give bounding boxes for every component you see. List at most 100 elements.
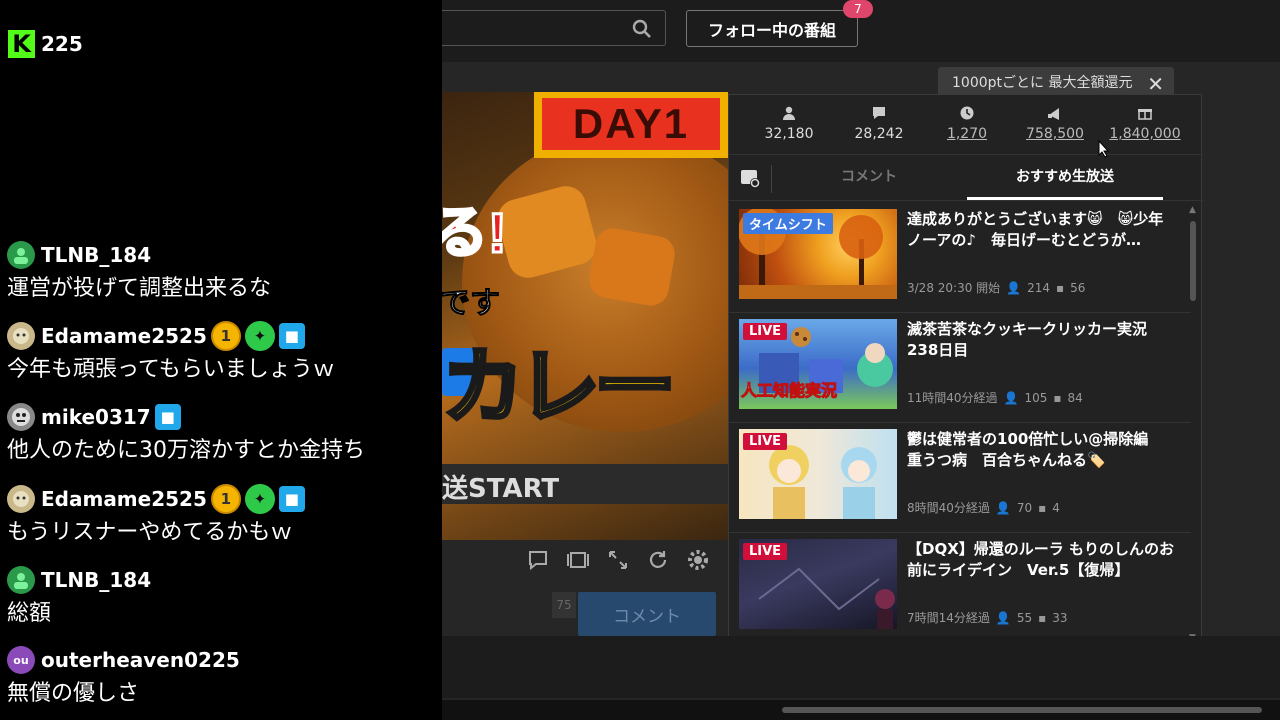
- comment-count: 4: [1052, 500, 1060, 515]
- stat-gift-points[interactable]: 1,840,000: [1095, 105, 1195, 142]
- following-programs-button[interactable]: フォロー中の番組: [686, 10, 858, 47]
- chat-username[interactable]: TLNB_184: [41, 568, 151, 592]
- title-desu: です: [442, 286, 501, 322]
- comments-icon: ▪: [1038, 500, 1047, 515]
- program-meta: 8時間40分経過 👤 70 ▪ 4: [907, 499, 1060, 516]
- comment-toggle-icon[interactable]: [526, 548, 550, 572]
- chat-username[interactable]: Edamame2525: [41, 324, 207, 348]
- chat-username[interactable]: outerheaven0225: [41, 648, 240, 672]
- chat-message: ou outerheaven0225 無償の優しさ: [7, 645, 442, 709]
- program-meta: 3/28 20:30 開始 👤 214 ▪ 56: [907, 279, 1085, 296]
- reward-tooltip: 1000ptごとに 最大全額還元 ✕: [938, 67, 1174, 97]
- fullscreen-icon[interactable]: [606, 548, 630, 572]
- following-count-badge: 7: [843, 0, 873, 18]
- chat-message: mike0317 ■ 他人のために30万溶かすとか金持ち: [7, 402, 442, 466]
- comment-submit-button[interactable]: コメント: [578, 592, 716, 636]
- list-item[interactable]: LIVE 人工知能実況 滅茶苦茶なクッキークリッカー実況 238日目 11時間4…: [729, 313, 1191, 423]
- viewer-count: 105: [1024, 390, 1048, 405]
- ad-icon: [1048, 108, 1059, 120]
- chat-message: Edamame2525 1 ✦ ■ もうリスナーやめてるかもｗ: [7, 484, 442, 548]
- program-title[interactable]: 達成ありがとうございます😸 😸少年ノーアの♪ 毎日げーむとどうが…: [907, 209, 1175, 253]
- program-title[interactable]: 【DQX】帰還のルーラ もりのしんのお前にライデイン Ver.5【復帰】: [907, 539, 1175, 583]
- comment-icon: [873, 107, 885, 119]
- rank-one-badge-icon: 1: [210, 484, 241, 514]
- panel-tabs: コメント おすすめ生放送: [729, 157, 1203, 201]
- stat-ad-points[interactable]: 758,500: [1005, 105, 1105, 142]
- chat-text: もうリスナーやめてるかもｗ: [7, 520, 293, 545]
- stat-value[interactable]: 1,840,000: [1109, 126, 1180, 142]
- user-avatar: [7, 566, 35, 594]
- program-title[interactable]: 鬱は健常者の100倍忙しい@掃除編 重うつ病 百合ちゃんねる🏷️: [907, 429, 1175, 473]
- user-avatar: [7, 403, 35, 431]
- chat-text: 総額: [7, 601, 52, 626]
- comments-icon: ▪: [1038, 610, 1047, 625]
- user-avatar: [7, 322, 35, 350]
- user-avatar: ou: [7, 646, 35, 674]
- star-badge-icon: ✦: [244, 321, 275, 351]
- scrollbar-thumb[interactable]: [782, 707, 1262, 713]
- live-badge: LIVE: [743, 543, 788, 560]
- stat-time[interactable]: 1,270: [917, 105, 1017, 142]
- program-thumbnail[interactable]: LIVE: [739, 429, 897, 519]
- chat-text: 他人のために30万溶かすとか金持ち: [7, 438, 365, 463]
- user-avatar: [7, 485, 35, 513]
- close-icon[interactable]: ✕: [1147, 72, 1164, 96]
- stat-value[interactable]: 758,500: [1026, 126, 1084, 142]
- comment-count: 84: [1067, 390, 1083, 405]
- tab-recommended-live[interactable]: おすすめ生放送: [967, 157, 1163, 201]
- theater-mode-icon[interactable]: [566, 548, 590, 572]
- chat-overlay: K 225 TLNB_184 運営が投げて調整出来るな Edamame2525 …: [0, 0, 442, 720]
- reload-icon[interactable]: [646, 548, 670, 572]
- title-curry: カレー: [442, 338, 678, 437]
- comment-input-row: 75 コメント: [442, 588, 728, 636]
- title-exclaim: る!: [442, 200, 508, 266]
- stat-value: 32,180: [764, 126, 814, 142]
- viewer-count: 225: [41, 32, 83, 56]
- stat-comments: 28,242: [829, 105, 929, 142]
- program-thumbnail[interactable]: LIVE 人工知能実況: [739, 319, 897, 409]
- tab-comment[interactable]: コメント: [771, 157, 967, 201]
- stat-value: 28,242: [854, 126, 904, 142]
- mouse-cursor-icon: [1098, 140, 1110, 158]
- settings-gear-icon[interactable]: [686, 548, 710, 572]
- chat-username[interactable]: Edamame2525: [41, 487, 207, 511]
- panel-toggle-icon[interactable]: [739, 167, 761, 189]
- search-icon[interactable]: [631, 18, 653, 40]
- chat-username[interactable]: TLNB_184: [41, 243, 151, 267]
- scrollbar-thumb[interactable]: [1190, 221, 1196, 301]
- site-header: フォロー中の番組 7: [442, 0, 1280, 62]
- viewer-count: 55: [1016, 610, 1033, 625]
- chat-username[interactable]: mike0317: [41, 405, 151, 429]
- list-item[interactable]: タイムシフト 達成ありがとうございます😸 😸少年ノーアの♪ 毎日げーむとどうが……: [729, 203, 1191, 313]
- viewers-icon: 👤: [1006, 280, 1022, 295]
- side-panel: 32,180 28,242 1,270 758,500 1,840,000 コメ…: [728, 94, 1203, 648]
- program-thumbnail[interactable]: タイムシフト: [739, 209, 897, 299]
- star-badge-icon: ✦: [244, 484, 275, 514]
- program-time: 11時間40分経過: [907, 391, 998, 405]
- video-player[interactable]: DAY1 る! です カレー 送START: [442, 92, 728, 540]
- cube-badge-icon: ■: [278, 486, 305, 512]
- gift-icon: [1138, 109, 1152, 120]
- char-count: 75: [552, 592, 576, 618]
- stat-value[interactable]: 1,270: [947, 126, 987, 142]
- list-item[interactable]: LIVE 【DQX】帰還のルーラ もりのしんのお前にライデイン Ver.5【復帰…: [729, 533, 1191, 643]
- scroll-up-icon[interactable]: ▲: [1189, 205, 1196, 215]
- person-icon: [783, 106, 795, 120]
- program-title[interactable]: 滅茶苦茶なクッキークリッカー実況 238日目: [907, 319, 1175, 363]
- program-meta: 11時間40分経過 👤 105 ▪ 84: [907, 389, 1083, 406]
- horizontal-scrollbar[interactable]: [442, 700, 1280, 720]
- user-avatar: [7, 241, 35, 269]
- list-scrollbar[interactable]: ▲ ▼: [1189, 205, 1197, 643]
- program-time: 3/28 20:30 開始: [907, 281, 1001, 295]
- comments-icon: ▪: [1056, 280, 1065, 295]
- chat-message: Edamame2525 1 ✦ ■ 今年も頑張ってもらいましょうｗ: [7, 321, 442, 385]
- viewer-count: 214: [1027, 280, 1051, 295]
- list-item[interactable]: LIVE 鬱は健常者の100倍忙しい@掃除編 重うつ病 百合ちゃんねる🏷️ 8時…: [729, 423, 1191, 533]
- chat-message: TLNB_184 総額: [7, 565, 442, 629]
- stream-header: K 225: [8, 30, 83, 58]
- search-input[interactable]: [442, 10, 666, 46]
- rank-one-badge-icon: 1: [210, 321, 241, 351]
- stat-viewers: 32,180: [739, 105, 839, 142]
- viewers-icon: 👤: [995, 500, 1011, 515]
- program-thumbnail[interactable]: LIVE: [739, 539, 897, 629]
